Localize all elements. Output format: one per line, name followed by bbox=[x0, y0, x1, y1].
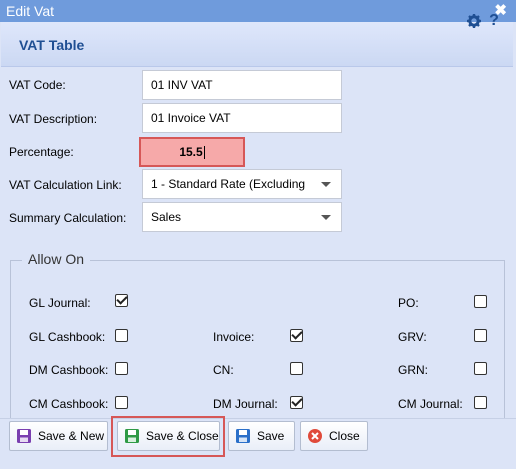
gl-journal-checkbox[interactable] bbox=[115, 294, 128, 307]
vat-description-input[interactable]: 01 Invoice VAT bbox=[142, 103, 342, 133]
dm-cashbook-checkbox[interactable] bbox=[115, 362, 128, 375]
close-label: Close bbox=[329, 429, 360, 443]
grv-label: GRV: bbox=[398, 330, 427, 344]
cm-cashbook-label: CM Cashbook: bbox=[29, 397, 109, 411]
dm-cashbook-label: DM Cashbook: bbox=[29, 363, 109, 377]
allow-on-legend: Allow On bbox=[22, 251, 91, 267]
save-and-new-label: Save & New bbox=[38, 429, 105, 443]
gl-cashbook-checkbox[interactable] bbox=[115, 329, 128, 342]
dm-journal-label: DM Journal: bbox=[213, 397, 278, 411]
vat-code-label: VAT Code: bbox=[9, 78, 66, 92]
po-label: PO: bbox=[398, 296, 419, 310]
invoice-checkbox[interactable] bbox=[290, 329, 303, 342]
vat-description-label: VAT Description: bbox=[9, 112, 98, 126]
chevron-down-icon bbox=[321, 182, 331, 187]
save-and-close-highlight bbox=[111, 416, 225, 457]
edit-vat-dialog: Edit Vat ✖ VAT Table ? VAT Code: 01 INV … bbox=[0, 0, 516, 469]
save-icon bbox=[236, 429, 250, 443]
grn-checkbox[interactable] bbox=[474, 362, 487, 375]
save-and-new-button[interactable]: Save & New bbox=[9, 421, 108, 451]
title-bar[interactable]: Edit Vat ✖ bbox=[0, 0, 516, 22]
cm-journal-label: CM Journal: bbox=[398, 397, 463, 411]
cm-cashbook-checkbox[interactable] bbox=[115, 396, 128, 409]
panel-title: VAT Table bbox=[19, 37, 85, 53]
panel-header: VAT Table bbox=[1, 22, 513, 67]
summary-calc-value: Sales bbox=[151, 210, 182, 224]
gear-icon[interactable] bbox=[466, 13, 482, 29]
grv-checkbox[interactable] bbox=[474, 329, 487, 342]
window-title: Edit Vat bbox=[6, 3, 54, 19]
percentage-input[interactable]: 15.5 bbox=[139, 137, 245, 167]
summary-calc-label: Summary Calculation: bbox=[9, 211, 127, 225]
dm-journal-checkbox[interactable] bbox=[290, 396, 303, 409]
cm-journal-checkbox[interactable] bbox=[474, 396, 487, 409]
grn-label: GRN: bbox=[398, 363, 428, 377]
text-caret bbox=[203, 146, 205, 160]
percentage-label: Percentage: bbox=[9, 145, 74, 159]
save-label: Save bbox=[257, 429, 285, 443]
save-button[interactable]: Save bbox=[228, 421, 295, 451]
po-checkbox[interactable] bbox=[474, 295, 487, 308]
close-button[interactable]: Close bbox=[300, 421, 368, 451]
close-circle-icon bbox=[308, 429, 322, 443]
cn-checkbox[interactable] bbox=[290, 362, 303, 375]
chevron-down-icon bbox=[321, 215, 331, 220]
calc-link-label: VAT Calculation Link: bbox=[9, 178, 122, 192]
cn-label: CN: bbox=[213, 363, 234, 377]
percentage-value: 15.5 bbox=[179, 145, 203, 159]
gl-cashbook-label: GL Cashbook: bbox=[29, 330, 106, 344]
calc-link-value: 1 - Standard Rate (Excluding bbox=[151, 177, 306, 191]
summary-calc-select[interactable]: Sales bbox=[142, 202, 342, 232]
save-icon bbox=[17, 429, 31, 443]
gl-journal-label: GL Journal: bbox=[29, 296, 91, 310]
calc-link-select[interactable]: 1 - Standard Rate (Excluding bbox=[142, 169, 342, 199]
invoice-label: Invoice: bbox=[213, 330, 255, 344]
help-icon[interactable]: ? bbox=[486, 13, 502, 29]
vat-code-input[interactable]: 01 INV VAT bbox=[142, 70, 342, 100]
